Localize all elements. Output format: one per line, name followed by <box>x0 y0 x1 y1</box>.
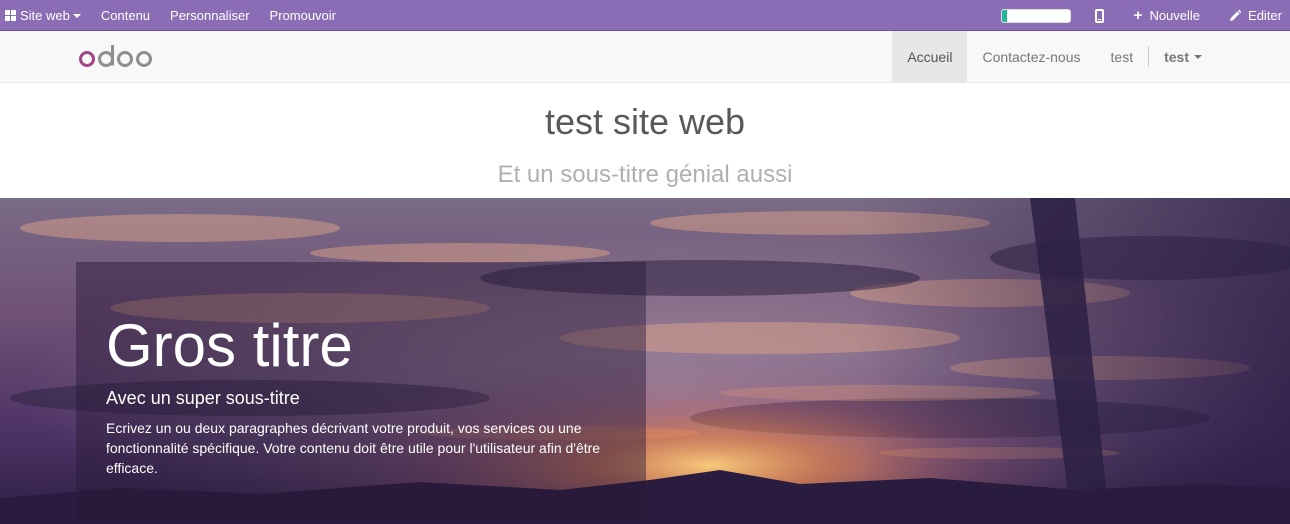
pencil-icon <box>1229 9 1242 22</box>
hero-paragraph: Ecrivez un ou deux paragraphes décrivant… <box>106 420 601 476</box>
new-content-label: Nouvelle <box>1149 8 1201 23</box>
nav-contactez-nous[interactable]: Contactez-nous <box>967 31 1095 82</box>
website-editor-bar: Site web Contenu Personnaliser Promouvoi… <box>0 0 1290 31</box>
menu-personnaliser[interactable]: Personnaliser <box>170 0 250 31</box>
menu-promouvoir[interactable]: Promouvoir <box>270 0 336 31</box>
caret-down-icon <box>72 14 81 18</box>
hero-content-box: Gros titre Avec un super sous-titre Ecri… <box>76 262 646 520</box>
hero-banner: Gros titre Avec un super sous-titre Ecri… <box>0 198 1290 524</box>
hero-subtitle: Avec un super sous-titre <box>106 388 300 408</box>
nav-accueil[interactable]: Accueil <box>892 31 968 82</box>
progress-fill <box>1001 9 1008 22</box>
mobile-preview-icon[interactable] <box>1094 8 1104 23</box>
website-navbar: Accueil Contactez-nous test test <box>0 31 1290 83</box>
odoo-logo[interactable] <box>78 43 156 69</box>
menu-contenu[interactable]: Contenu <box>101 0 150 31</box>
nav-test[interactable]: test <box>1096 31 1149 82</box>
edit-label: Editer <box>1248 8 1282 23</box>
edit-button[interactable]: Editer <box>1229 0 1282 31</box>
caret-down-icon <box>1194 54 1202 59</box>
hero-title: Gros titre <box>106 312 353 379</box>
apps-grid-icon <box>5 10 16 21</box>
user-menu[interactable]: test <box>1149 31 1217 82</box>
page-subtitle: Et un sous-titre génial aussi <box>497 161 793 188</box>
plus-icon: + <box>1133 7 1143 24</box>
user-menu-label: test <box>1164 48 1189 65</box>
new-content-button[interactable]: + Nouvelle <box>1134 0 1200 31</box>
publish-progress-bar[interactable] <box>1000 8 1071 23</box>
site-web-menu[interactable]: Site web <box>5 0 81 31</box>
site-web-menu-label: Site web <box>20 8 70 23</box>
page-title: test site web <box>544 101 746 142</box>
title-section: test site web Et un sous-titre génial au… <box>0 83 1290 198</box>
